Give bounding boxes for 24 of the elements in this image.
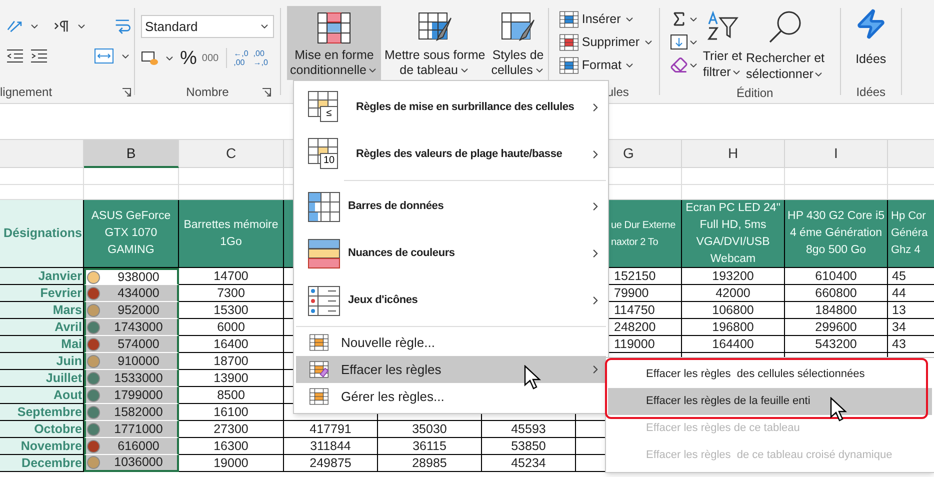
row-label: Juillet [0, 370, 84, 387]
row-label: Decembre [0, 455, 84, 472]
group-label: lignement [0, 84, 52, 101]
table-header-cell: HP 430 G2 Core i5 4 éme Génération 8go 500 Go [785, 200, 888, 268]
row-label: Juin [0, 353, 84, 370]
table-header-cell: Ecran PC LED 24" Full HD, 5ms VGA/DVI/USB Webcam [682, 200, 785, 268]
row-label: Mars [0, 302, 84, 319]
row-label: Aout [0, 387, 84, 404]
table-header-cell: Désignations [0, 200, 84, 268]
row-label: Novembre [0, 438, 84, 455]
table-header-cell: Hp Cor Généra Ghz 4 [888, 200, 934, 268]
row-label: Mai [0, 336, 84, 353]
group-label: Édition [736, 84, 774, 102]
table-header-cell: ASUS GeForce GTX 1070 GAMING [84, 200, 179, 268]
row-label: Avril [0, 319, 84, 336]
group-label: Idées [856, 84, 886, 101]
row-label: Janvier [0, 268, 84, 285]
row-label: Septembre [0, 404, 84, 421]
table-header-cell: Barrettes mémoire 1Go [179, 200, 284, 268]
rule-icon-label: ≤ [320, 106, 338, 122]
row-label: Octobre [0, 421, 84, 438]
group-label: Nombre [186, 84, 229, 101]
row-label: Fevrier [0, 285, 84, 302]
rule-icon-label: 10 [320, 152, 338, 168]
